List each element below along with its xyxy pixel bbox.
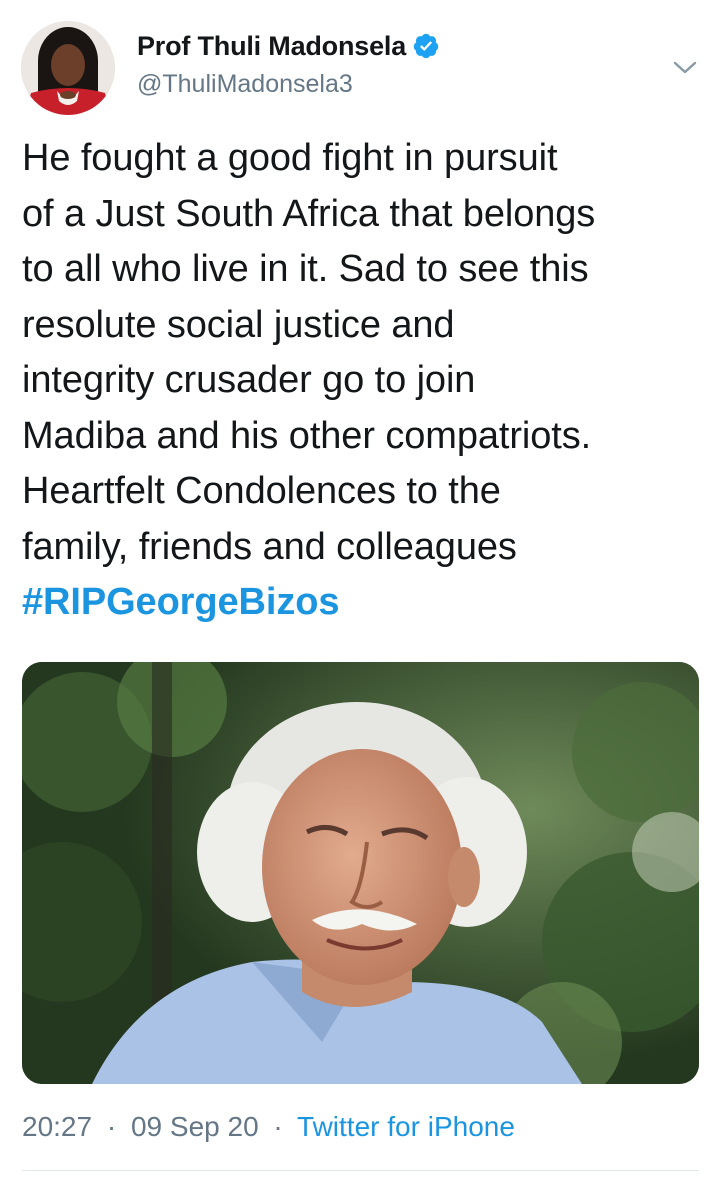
author-name-row: Prof Thuli Madonsela: [137, 28, 440, 64]
tweet-card: Prof Thuli Madonsela @ThuliMadonsela3 He…: [0, 0, 720, 1201]
divider: [22, 1170, 699, 1171]
tweet-text-line: to all who live in it. Sad to see this: [22, 248, 589, 290]
author-display-name[interactable]: Prof Thuli Madonsela: [137, 31, 406, 62]
tweet-text-line: resolute social justice and: [22, 303, 455, 346]
tweet-text-line: Madiba and his other compatriots.: [22, 414, 592, 457]
tweet-text-line: Heartfelt Condolences to the: [22, 470, 501, 512]
author-handle[interactable]: @ThuliMadonsela3: [137, 70, 353, 99]
tweet-photo[interactable]: [22, 662, 699, 1084]
tweet-text-line: of a Just South Africa that belongs: [22, 192, 596, 235]
tweet-body: He fought a good fight in pursuit of a J…: [22, 131, 712, 631]
meta-separator: ·: [273, 1111, 283, 1142]
tweet-meta: 20:27 · 09 Sep 20 · Twitter for iPhone: [22, 1111, 515, 1143]
meta-separator: ·: [106, 1111, 117, 1142]
chevron-down-icon[interactable]: [672, 58, 698, 78]
tweet-text-line: He fought a good fight in pursuit: [22, 137, 558, 179]
hashtag-link[interactable]: #RIPGeorgeBizos: [22, 575, 712, 631]
tweet-time[interactable]: 20:27: [22, 1111, 92, 1142]
author-avatar[interactable]: [21, 21, 115, 115]
verified-badge-icon: [412, 32, 440, 60]
tweet-source-link[interactable]: Twitter for iPhone: [297, 1111, 515, 1142]
tweet-text-line: family, friends and colleagues: [22, 525, 517, 568]
tweet-text-line: integrity crusader go to join: [22, 359, 476, 401]
tweet-date[interactable]: 09 Sep 20: [131, 1111, 259, 1142]
